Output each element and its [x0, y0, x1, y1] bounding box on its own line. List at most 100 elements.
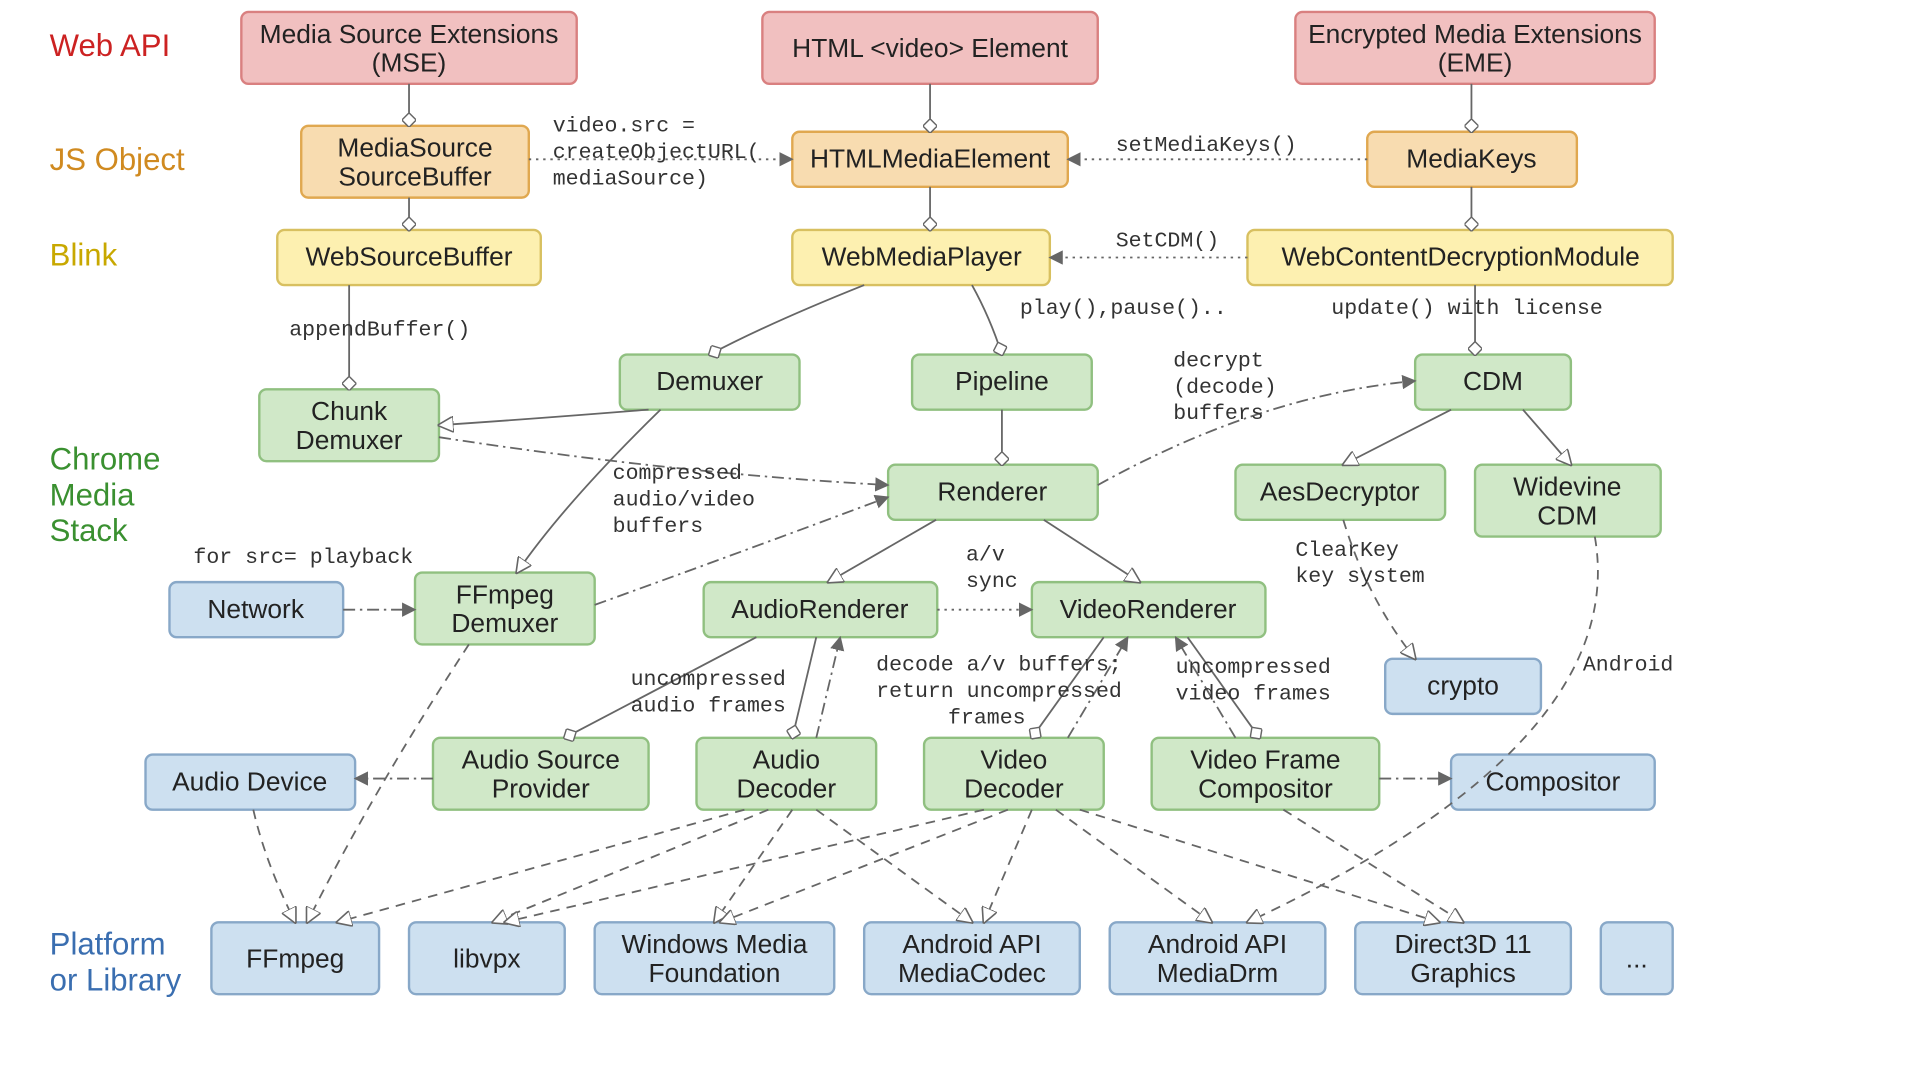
svg-text:Demuxer: Demuxer	[451, 608, 558, 638]
box-mssb: MediaSourceSourceBuffer	[301, 126, 529, 198]
ann-compav-1: compressed	[613, 462, 742, 486]
svg-text:Foundation: Foundation	[649, 958, 781, 988]
box-cdm: CDM	[1415, 355, 1571, 410]
ann-android: Android	[1583, 654, 1674, 678]
ann-decrypt-1: decrypt	[1173, 350, 1264, 374]
ann-uaf-2: audio frames	[631, 694, 786, 718]
layer-plat-2: or Library	[50, 962, 182, 997]
svg-text:Provider: Provider	[492, 773, 590, 803]
svg-text:Audio Device: Audio Device	[172, 766, 327, 796]
svg-text:AesDecryptor: AesDecryptor	[1260, 476, 1420, 506]
box-network: Network	[169, 582, 343, 637]
ann-clearkey-2: key system	[1295, 565, 1424, 589]
ann-setcdm: SetCDM()	[1116, 230, 1219, 254]
svg-text:Pipeline: Pipeline	[955, 366, 1049, 396]
box-demuxer: Demuxer	[620, 355, 800, 410]
svg-text:FFmpeg: FFmpeg	[246, 944, 344, 974]
box-wvcdm: WidevineCDM	[1475, 465, 1661, 537]
svg-text:WebSourceBuffer: WebSourceBuffer	[306, 242, 513, 272]
svg-text:Renderer: Renderer	[937, 476, 1047, 506]
layer-jsobj: JS Object	[50, 142, 185, 177]
ann-update: update() with license	[1331, 297, 1603, 321]
svg-text:Widevine: Widevine	[1513, 472, 1621, 502]
ann-createurl-1: video.src =	[553, 115, 695, 139]
box-pipeline: Pipeline	[912, 355, 1092, 410]
svg-text:Compositor: Compositor	[1486, 766, 1621, 796]
ann-compav-3: buffers	[613, 515, 704, 539]
svg-text:HTMLMediaElement: HTMLMediaElement	[810, 143, 1051, 173]
svg-text:Decoder: Decoder	[964, 773, 1064, 803]
svg-text:Demuxer: Demuxer	[296, 425, 403, 455]
box-hme: HTMLMediaElement	[792, 132, 1067, 187]
box-crypto: crypto	[1385, 659, 1541, 714]
svg-text:Android API: Android API	[902, 929, 1041, 959]
svg-text:MediaSource: MediaSource	[337, 133, 492, 163]
box-wcdm: WebContentDecryptionModule	[1247, 230, 1672, 285]
ann-playpause: play(),pause()..	[1020, 297, 1227, 321]
ann-decrypt-2: (decode)	[1173, 376, 1276, 400]
ann-decret-1: decode a/v buffers;	[876, 654, 1122, 678]
svg-text:Graphics: Graphics	[1410, 958, 1515, 988]
ann-decret-2: return uncompressed	[876, 680, 1122, 704]
box-ffmpeg: FFmpeg	[211, 922, 379, 994]
ann-avsync-2: sync	[966, 570, 1018, 594]
svg-text:Direct3D 11: Direct3D 11	[1394, 929, 1531, 959]
svg-text:WebMediaPlayer: WebMediaPlayer	[822, 242, 1022, 272]
box-mk: MediaKeys	[1367, 132, 1577, 187]
svg-text:Video: Video	[980, 745, 1047, 775]
svg-text:SourceBuffer: SourceBuffer	[338, 161, 492, 191]
layer-cms-3: Stack	[50, 513, 128, 548]
svg-text:MediaKeys: MediaKeys	[1406, 143, 1536, 173]
svg-text:MediaDrm: MediaDrm	[1157, 958, 1279, 988]
box-amc: Android APIMediaCodec	[864, 922, 1080, 994]
svg-text:crypto: crypto	[1427, 670, 1499, 700]
box-adev: Audio Device	[146, 755, 356, 810]
layer-cms-1: Chrome	[50, 441, 161, 476]
ann-append: appendBuffer()	[289, 318, 470, 342]
box-ffdem: FFmpegDemuxer	[415, 573, 595, 645]
box-comp: Compositor	[1451, 755, 1655, 810]
svg-text:Audio: Audio	[753, 745, 820, 775]
svg-text:libvpx: libvpx	[453, 944, 520, 974]
layer-webapi: Web API	[50, 28, 171, 63]
ann-srcplay: for src= playback	[193, 546, 413, 570]
box-vrender: VideoRenderer	[1032, 582, 1266, 637]
box-wmf: Windows MediaFoundation	[595, 922, 835, 994]
svg-text:...: ...	[1626, 944, 1648, 974]
svg-text:Windows Media: Windows Media	[621, 929, 807, 959]
layer-blink: Blink	[50, 238, 118, 273]
box-adec: AudioDecoder	[696, 738, 876, 810]
svg-text:Chunk: Chunk	[311, 396, 388, 426]
svg-text:FFmpeg: FFmpeg	[456, 579, 554, 609]
svg-text:CDM: CDM	[1463, 366, 1523, 396]
svg-text:MediaCodec: MediaCodec	[898, 958, 1046, 988]
ann-createurl-2: createObjectURL(	[553, 141, 760, 165]
svg-text:(MSE): (MSE)	[372, 48, 447, 78]
svg-text:Network: Network	[207, 594, 304, 624]
layer-cms-2: Media	[50, 477, 135, 512]
ann-clearkey-1: ClearKey	[1295, 539, 1399, 563]
ann-createurl-3: mediaSource)	[553, 167, 708, 191]
box-arender: AudioRenderer	[704, 582, 938, 637]
svg-text:Video Frame: Video Frame	[1190, 745, 1340, 775]
ann-uvf-2: video frames	[1176, 683, 1331, 707]
box-vfc: Video FrameCompositor	[1152, 738, 1380, 810]
box-libvpx: libvpx	[409, 922, 565, 994]
box-eme: Encrypted Media Extensions(EME)	[1295, 12, 1654, 84]
box-wmp: WebMediaPlayer	[792, 230, 1050, 285]
box-aesdec: AesDecryptor	[1235, 465, 1445, 520]
svg-text:CDM: CDM	[1537, 500, 1597, 530]
svg-text:HTML <video> Element: HTML <video> Element	[792, 33, 1068, 63]
svg-text:WebContentDecryptionModule: WebContentDecryptionModule	[1282, 242, 1640, 272]
svg-text:Android API: Android API	[1148, 929, 1287, 959]
box-wsb: WebSourceBuffer	[277, 230, 541, 285]
svg-text:AudioRenderer: AudioRenderer	[731, 594, 908, 624]
box-d3d: Direct3D 11Graphics	[1355, 922, 1571, 994]
layer-plat-1: Platform	[50, 926, 166, 961]
ann-compav-2: audio/video	[613, 488, 755, 512]
box-adrm: Android APIMediaDrm	[1110, 922, 1326, 994]
svg-text:Audio Source: Audio Source	[462, 745, 620, 775]
svg-text:VideoRenderer: VideoRenderer	[1060, 594, 1237, 624]
ann-uvf-1: uncompressed	[1176, 656, 1331, 680]
ann-avsync-1: a/v	[966, 544, 1005, 568]
